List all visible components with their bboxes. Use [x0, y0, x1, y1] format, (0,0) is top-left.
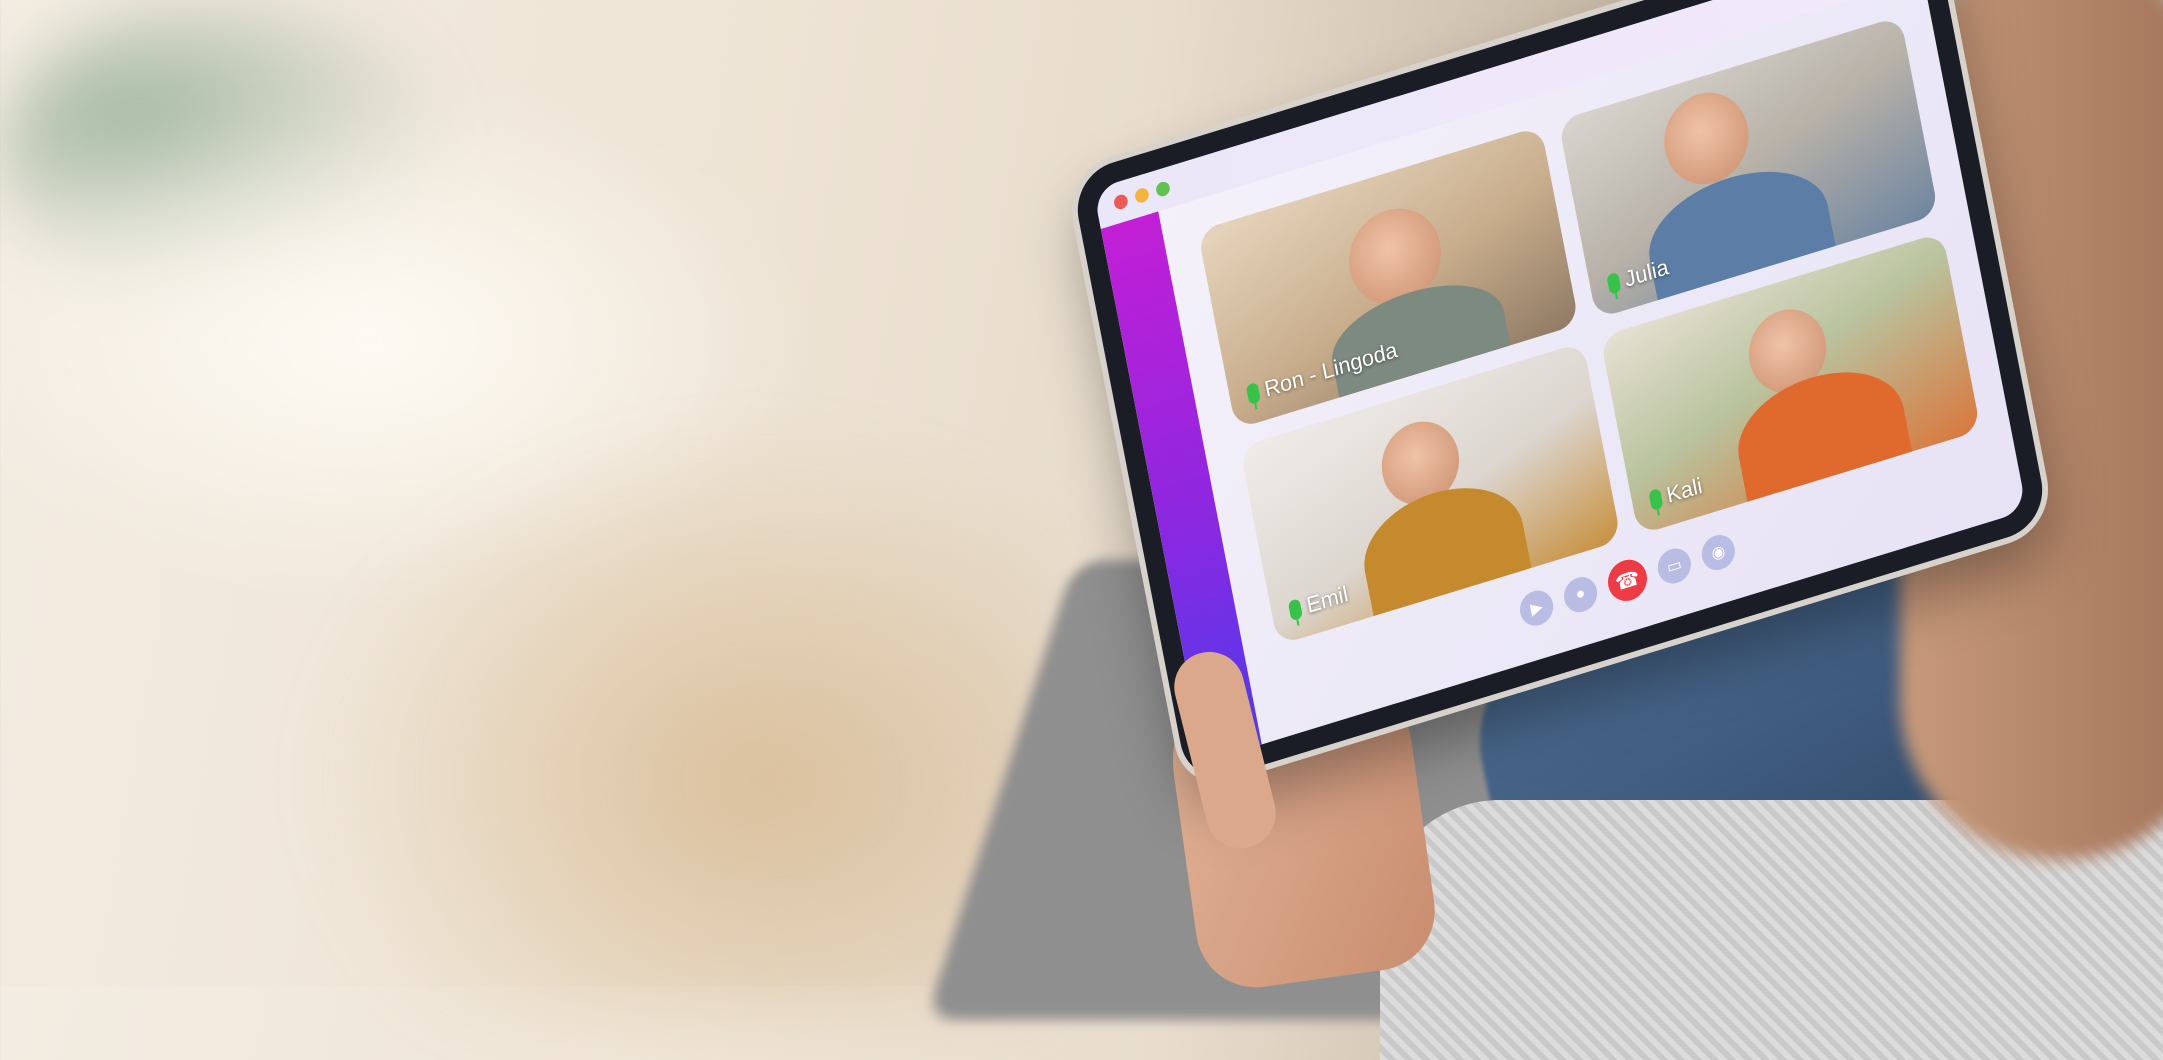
microphone-on-icon — [1647, 488, 1664, 512]
microphone-on-icon — [1287, 598, 1304, 622]
close-window-button[interactable] — [1112, 192, 1129, 211]
end-call-icon[interactable]: ☎ — [1604, 554, 1651, 606]
minimize-window-button[interactable] — [1133, 186, 1150, 205]
microphone-on-icon — [1245, 381, 1262, 406]
participant-name-tag: Kali — [1647, 473, 1704, 515]
participant-grid: Ron - Lingoda Julia Emil Kali — [1197, 15, 1981, 646]
participant-name: Emil — [1304, 580, 1351, 619]
chat-icon[interactable]: ▭ — [1654, 544, 1694, 588]
microphone-on-icon — [1605, 271, 1622, 296]
participant-name: Kali — [1664, 472, 1705, 508]
participant-video-body — [1354, 468, 1534, 626]
more-icon[interactable]: ◉ — [1698, 530, 1738, 575]
camera-icon[interactable]: ▶ — [1517, 586, 1557, 630]
microphone-icon[interactable]: ● — [1561, 572, 1601, 617]
participant-name-tag: Emil — [1287, 581, 1350, 624]
background-chair — [300, 420, 1060, 1020]
maximize-window-button[interactable] — [1154, 180, 1172, 199]
